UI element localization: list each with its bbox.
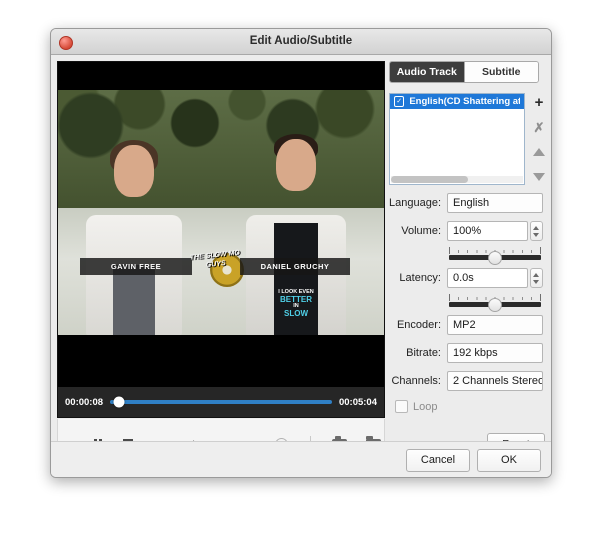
bitrate-label: Bitrate: <box>406 347 441 359</box>
channels-field: Channels: 2 Channels Stereo <box>389 371 545 391</box>
arrow-down-icon <box>533 173 545 181</box>
horizontal-scrollbar[interactable] <box>391 176 523 183</box>
volume-field: Volume: 100% <box>389 221 545 241</box>
show-logo: THE SLOW MO GUYS <box>189 249 241 270</box>
track-list[interactable]: ✓ English(CD Shattering at 1 <box>389 93 525 185</box>
video-surface[interactable]: I LOOK EVEN BETTER IN SLOW GAVIN FREE DA… <box>58 62 384 387</box>
track-list-row: ✓ English(CD Shattering at 1 + ✗ <box>389 93 545 185</box>
list-item[interactable]: ✓ English(CD Shattering at 1 <box>390 94 524 109</box>
channels-select[interactable]: 2 Channels Stereo <box>447 371 543 391</box>
track-list-buttons: + ✗ <box>531 93 547 185</box>
tshirt-graphic: I LOOK EVEN BETTER IN SLOW <box>268 289 324 318</box>
bitrate-select[interactable]: 192 kbps <box>447 343 543 363</box>
move-up-button[interactable] <box>531 144 547 160</box>
volume-input[interactable]: 100% <box>447 221 528 241</box>
video-frame-content: I LOOK EVEN BETTER IN SLOW GAVIN FREE DA… <box>58 90 384 335</box>
delete-track-button[interactable]: ✗ <box>531 119 547 135</box>
stepper-down-icon <box>533 279 540 284</box>
shirt-left <box>112 265 156 335</box>
arrow-up-icon <box>533 148 545 156</box>
move-down-button[interactable] <box>531 169 547 185</box>
latency-stepper[interactable] <box>529 268 543 288</box>
track-label: English(CD Shattering at 1 <box>409 96 520 107</box>
language-field: Language: English <box>389 193 545 213</box>
title-bar: Edit Audio/Subtitle <box>51 29 551 55</box>
person-left <box>86 140 182 335</box>
volume-slider-row <box>447 247 543 265</box>
name-label-right: DANIEL GRUCHY <box>240 258 350 275</box>
letterbox-top <box>58 62 384 90</box>
tab-subtitle[interactable]: Subtitle <box>463 62 538 82</box>
person-right: I LOOK EVEN BETTER IN SLOW <box>246 134 346 335</box>
dialog-footer: Cancel OK <box>51 441 551 477</box>
loop-label: Loop <box>413 400 438 413</box>
loop-checkbox[interactable] <box>395 400 408 413</box>
ok-button[interactable]: OK <box>477 448 541 472</box>
window-body: I LOOK EVEN BETTER IN SLOW GAVIN FREE DA… <box>51 55 551 477</box>
volume-panel-thumb[interactable] <box>488 250 502 265</box>
volume-stepper[interactable] <box>529 221 543 241</box>
settings-panel: Audio Track Subtitle ✓ English(CD Shatte… <box>389 61 545 454</box>
latency-slider-row <box>447 294 543 312</box>
volume-panel-slider[interactable] <box>449 250 541 265</box>
channels-label: Channels: <box>391 375 441 387</box>
language-label: Language: <box>389 197 441 209</box>
add-track-button[interactable]: + <box>531 94 547 110</box>
head-left <box>114 145 154 197</box>
name-label-left: GAVIN FREE <box>80 258 192 275</box>
playback-progress-bar: 00:00:08 00:05:04 <box>58 387 384 417</box>
loop-option[interactable]: Loop <box>395 400 545 413</box>
total-time: 00:05:04 <box>338 396 377 408</box>
stepper-up-icon <box>533 272 540 277</box>
tshirt-line-4: SLOW <box>284 309 308 318</box>
stepper-up-icon <box>533 225 540 230</box>
letterbox-bottom <box>58 335 384 387</box>
latency-input[interactable]: 0.0s <box>447 268 528 288</box>
latency-thumb[interactable] <box>488 297 502 312</box>
tab-bar: Audio Track Subtitle <box>389 61 539 83</box>
language-select[interactable]: English <box>447 193 543 213</box>
edit-audio-subtitle-window: Edit Audio/Subtitle I LOOK EVEN BETTER I… <box>50 28 552 478</box>
cancel-button[interactable]: Cancel <box>406 448 470 472</box>
current-time: 00:00:08 <box>65 396 104 408</box>
encoder-label: Encoder: <box>396 319 441 331</box>
encoder-field: Encoder: MP2 <box>389 315 545 335</box>
seek-slider[interactable] <box>110 396 332 408</box>
head-right <box>276 139 316 191</box>
seek-thumb[interactable] <box>113 396 125 408</box>
stepper-down-icon <box>533 232 540 237</box>
latency-field: Latency: 0.0s <box>389 268 545 288</box>
latency-label: Latency: <box>399 272 441 284</box>
window-title: Edit Audio/Subtitle <box>249 35 353 47</box>
volume-label: Volume: <box>401 225 441 237</box>
encoder-select[interactable]: MP2 <box>447 315 543 335</box>
video-player: I LOOK EVEN BETTER IN SLOW GAVIN FREE DA… <box>57 61 385 418</box>
tab-audio-track[interactable]: Audio Track <box>390 62 464 82</box>
tshirt-line-2: BETTER <box>280 295 312 304</box>
bitrate-field: Bitrate: 192 kbps <box>389 343 545 363</box>
shirt-right <box>274 223 318 335</box>
track-checkbox[interactable]: ✓ <box>394 96 405 107</box>
latency-slider[interactable] <box>449 297 541 312</box>
